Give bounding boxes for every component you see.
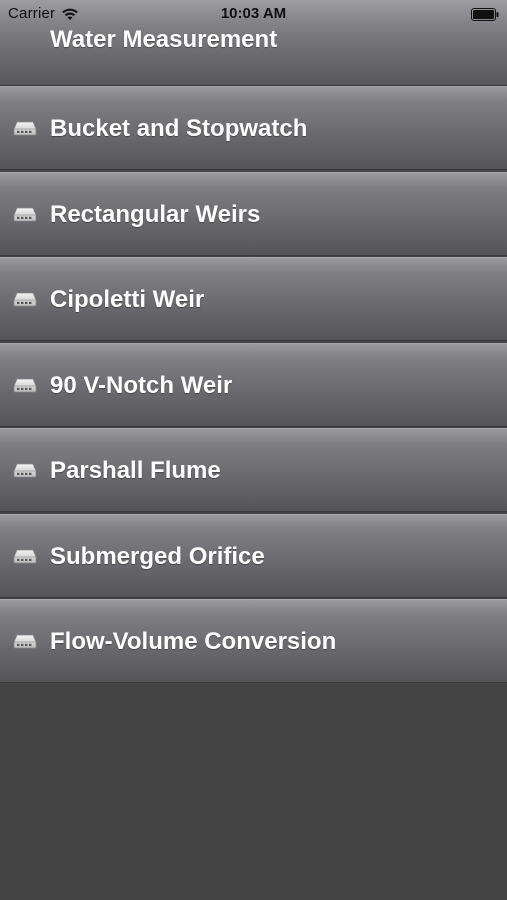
menu-item-label: Parshall Flume: [50, 457, 221, 484]
disk-drive-icon: [13, 207, 37, 221]
disk-drive-icon: [13, 463, 37, 478]
menu-item-label: 90 V-Notch Weir: [50, 371, 233, 399]
menu-item-submerged-orifice[interactable]: Submerged Orifice: [0, 513, 507, 598]
menu-item-parshall-flume[interactable]: Parshall Flume: [0, 428, 507, 512]
disk-drive-icon: [13, 549, 37, 563]
app-screen: Water Measurement Carrier 10:03 AM Bucke…: [0, 0, 507, 900]
status-bar: Carrier 10:03 AM: [0, 0, 507, 30]
menu-item-90-v-notch-weir[interactable]: 90 V-Notch Weir: [0, 342, 507, 427]
menu-item-label: Submerged Orifice: [50, 542, 265, 570]
disk-drive-icon: [13, 634, 37, 649]
disk-drive-icon: [13, 292, 37, 307]
battery-icon: [471, 8, 499, 21]
menu-item-cipoletti-weir[interactable]: Cipoletti Weir: [0, 257, 507, 341]
menu-item-bucket-and-stopwatch[interactable]: Bucket and Stopwatch: [0, 86, 507, 170]
page-title: Water Measurement: [50, 26, 278, 53]
menu-item-label: Rectangular Weirs: [50, 200, 261, 228]
menu-item-flow-volume-conversion[interactable]: Flow-Volume Conversion: [0, 599, 507, 683]
disk-drive-icon: [13, 378, 37, 392]
menu-item-label: Flow-Volume Conversion: [50, 628, 337, 655]
menu-item-label: Bucket and Stopwatch: [50, 115, 308, 142]
disk-drive-icon: [13, 121, 37, 136]
menu-item-label: Cipoletti Weir: [50, 286, 205, 313]
menu-item-rectangular-weirs[interactable]: Rectangular Weirs: [0, 171, 507, 256]
status-time: 10:03 AM: [220, 5, 287, 22]
